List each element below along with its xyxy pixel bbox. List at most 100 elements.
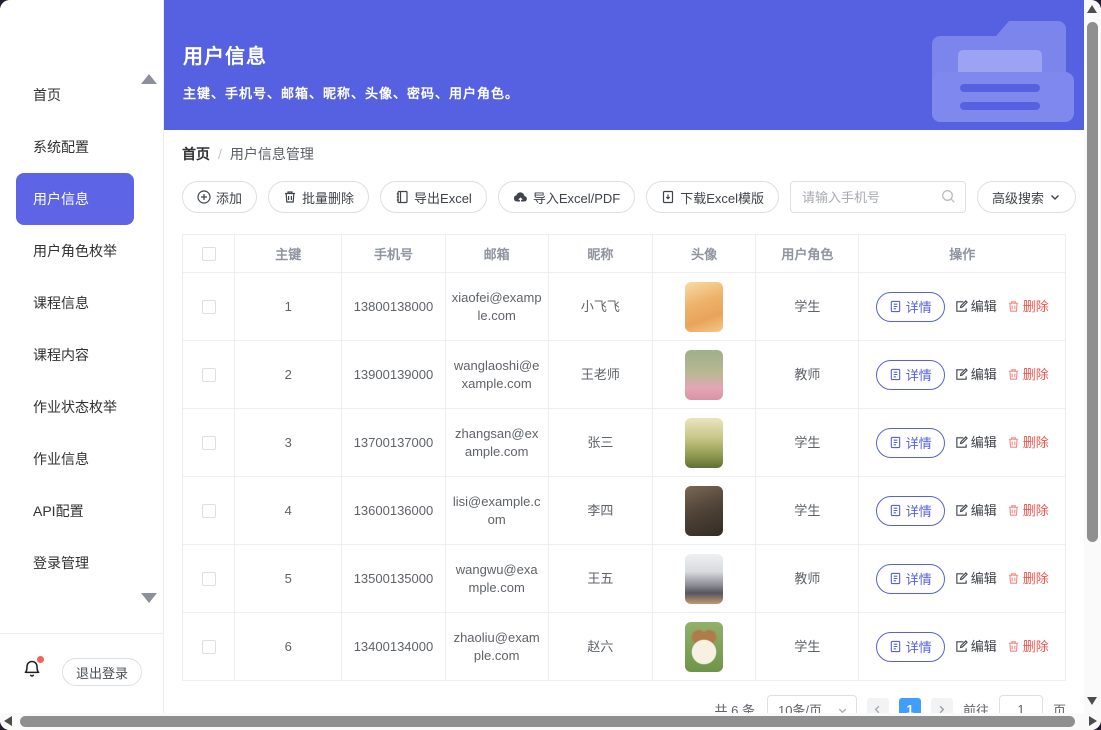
edit-button[interactable]: 编辑 xyxy=(955,366,997,384)
row-checkbox[interactable] xyxy=(202,300,216,314)
col-role: 用户角色 xyxy=(756,235,859,273)
cloud-upload-icon xyxy=(513,190,528,204)
phone-search-input[interactable] xyxy=(790,181,966,213)
row-checkbox[interactable] xyxy=(202,436,216,450)
sidebar-footer: 退出登录 xyxy=(0,633,163,713)
trash-icon xyxy=(1007,436,1020,449)
table-row: 4 13600136000 lisi@example.com 李四 学生 详情 … xyxy=(183,477,1066,545)
advanced-search-label: 高级搜索 xyxy=(992,188,1044,207)
add-button[interactable]: 添加 xyxy=(182,181,257,213)
horizontal-scrollbar xyxy=(0,713,1101,730)
detail-button[interactable]: 详情 xyxy=(876,632,945,662)
col-email: 邮箱 xyxy=(445,235,548,273)
document-icon xyxy=(889,436,902,449)
edit-label: 编辑 xyxy=(971,570,997,588)
detail-label: 详情 xyxy=(906,501,932,520)
select-all-checkbox[interactable] xyxy=(202,247,216,261)
row-checkbox[interactable] xyxy=(202,572,216,586)
logout-button[interactable]: 退出登录 xyxy=(62,658,142,686)
breadcrumb-home[interactable]: 首页 xyxy=(182,144,210,164)
scrollbar-right-arrow[interactable] xyxy=(1089,716,1097,726)
delete-button[interactable]: 删除 xyxy=(1007,570,1049,588)
delete-label: 删除 xyxy=(1023,366,1049,384)
cell-phone: 13500135000 xyxy=(342,545,445,613)
sidebar-item-course-info[interactable]: 课程信息 xyxy=(0,277,163,329)
detail-button[interactable]: 详情 xyxy=(876,428,945,458)
document-icon xyxy=(889,368,902,381)
cell-email: lisi@example.com xyxy=(445,477,548,545)
sidebar-item-user-role-enum[interactable]: 用户角色枚举 xyxy=(0,225,163,277)
sidebar-item-system-config[interactable]: 系统配置 xyxy=(0,121,163,173)
cell-phone: 13600136000 xyxy=(342,477,445,545)
export-excel-button[interactable]: 导出Excel xyxy=(380,181,487,213)
avatar xyxy=(685,350,723,400)
vertical-scrollbar xyxy=(1084,0,1101,713)
detail-button[interactable]: 详情 xyxy=(876,292,945,322)
sidebar-item-user-info[interactable]: 用户信息 xyxy=(16,173,134,225)
cell-id: 6 xyxy=(235,613,342,681)
cell-phone: 13800138000 xyxy=(342,273,445,341)
batch-delete-button[interactable]: 批量删除 xyxy=(268,181,369,213)
search-icon xyxy=(941,189,956,209)
delete-button[interactable]: 删除 xyxy=(1007,502,1049,520)
edit-label: 编辑 xyxy=(971,638,997,656)
col-nickname: 昵称 xyxy=(548,235,652,273)
sidebar-item-login-management[interactable]: 登录管理 xyxy=(0,537,163,589)
document-icon xyxy=(889,572,902,585)
scrollbar-down-arrow[interactable] xyxy=(1087,697,1097,705)
scrollbar-up-arrow[interactable] xyxy=(1087,5,1097,13)
sidebar-item-homework-info[interactable]: 作业信息 xyxy=(0,433,163,485)
user-table: 主键 手机号 邮箱 昵称 头像 用户角色 操作 1 13800138000 x xyxy=(182,234,1066,681)
document-icon xyxy=(889,640,902,653)
edit-button[interactable]: 编辑 xyxy=(955,298,997,316)
sidebar-item-home[interactable]: 首页 xyxy=(0,69,163,121)
detail-label: 详情 xyxy=(906,637,932,656)
sidebar-item-homework-status-enum[interactable]: 作业状态枚举 xyxy=(0,381,163,433)
cell-nickname: 王五 xyxy=(548,545,652,613)
horizontal-scrollbar-thumb[interactable] xyxy=(20,716,1075,727)
vertical-scrollbar-thumb[interactable] xyxy=(1087,22,1098,542)
edit-button[interactable]: 编辑 xyxy=(955,502,997,520)
sidebar-item-api-config[interactable]: API配置 xyxy=(0,485,163,537)
sidebar-item-course-content[interactable]: 课程内容 xyxy=(0,329,163,381)
cell-id: 4 xyxy=(235,477,342,545)
trash-icon xyxy=(1007,640,1020,653)
row-checkbox[interactable] xyxy=(202,504,216,518)
main-panel: 用户信息 主键、手机号、邮箱、昵称、头像、密码、用户角色。 首页 / 用户信息管… xyxy=(164,0,1084,730)
breadcrumb-current: 用户信息管理 xyxy=(230,144,314,164)
cell-id: 3 xyxy=(235,409,342,477)
cell-role: 教师 xyxy=(756,545,859,613)
sidebar-scroll-up-icon[interactable] xyxy=(141,74,157,84)
delete-button[interactable]: 删除 xyxy=(1007,298,1049,316)
content-area: 首页 / 用户信息管理 添加 批量删除 导出Excel xyxy=(164,144,1084,723)
delete-button[interactable]: 删除 xyxy=(1007,434,1049,452)
notification-bell-icon[interactable] xyxy=(22,659,42,684)
trash-icon xyxy=(1007,368,1020,381)
cell-email: wangwu@example.com xyxy=(445,545,548,613)
detail-button[interactable]: 详情 xyxy=(876,360,945,390)
delete-button[interactable]: 删除 xyxy=(1007,366,1049,384)
delete-label: 删除 xyxy=(1023,434,1049,452)
import-excel-button[interactable]: 导入Excel/PDF xyxy=(498,181,635,213)
detail-button[interactable]: 详情 xyxy=(876,496,945,526)
edit-button[interactable]: 编辑 xyxy=(955,434,997,452)
col-actions: 操作 xyxy=(859,235,1066,273)
scrollbar-left-arrow[interactable] xyxy=(4,716,12,726)
sidebar-item-label: 作业信息 xyxy=(33,449,89,469)
table-row: 5 13500135000 wangwu@example.com 王五 教师 详… xyxy=(183,545,1066,613)
row-checkbox[interactable] xyxy=(202,640,216,654)
trash-icon xyxy=(1007,300,1020,313)
sidebar-scroll-down-icon[interactable] xyxy=(141,593,157,603)
edit-label: 编辑 xyxy=(971,502,997,520)
delete-button[interactable]: 删除 xyxy=(1007,638,1049,656)
detail-button[interactable]: 详情 xyxy=(876,564,945,594)
edit-button[interactable]: 编辑 xyxy=(955,638,997,656)
edit-button[interactable]: 编辑 xyxy=(955,570,997,588)
cell-id: 2 xyxy=(235,341,342,409)
cell-nickname: 赵六 xyxy=(548,613,652,681)
breadcrumb-separator: / xyxy=(218,146,222,162)
advanced-search-button[interactable]: 高级搜索 xyxy=(977,181,1076,213)
row-checkbox[interactable] xyxy=(202,368,216,382)
page-banner: 用户信息 主键、手机号、邮箱、昵称、头像、密码、用户角色。 xyxy=(164,0,1084,130)
download-template-button[interactable]: 下载Excel模版 xyxy=(646,181,779,213)
